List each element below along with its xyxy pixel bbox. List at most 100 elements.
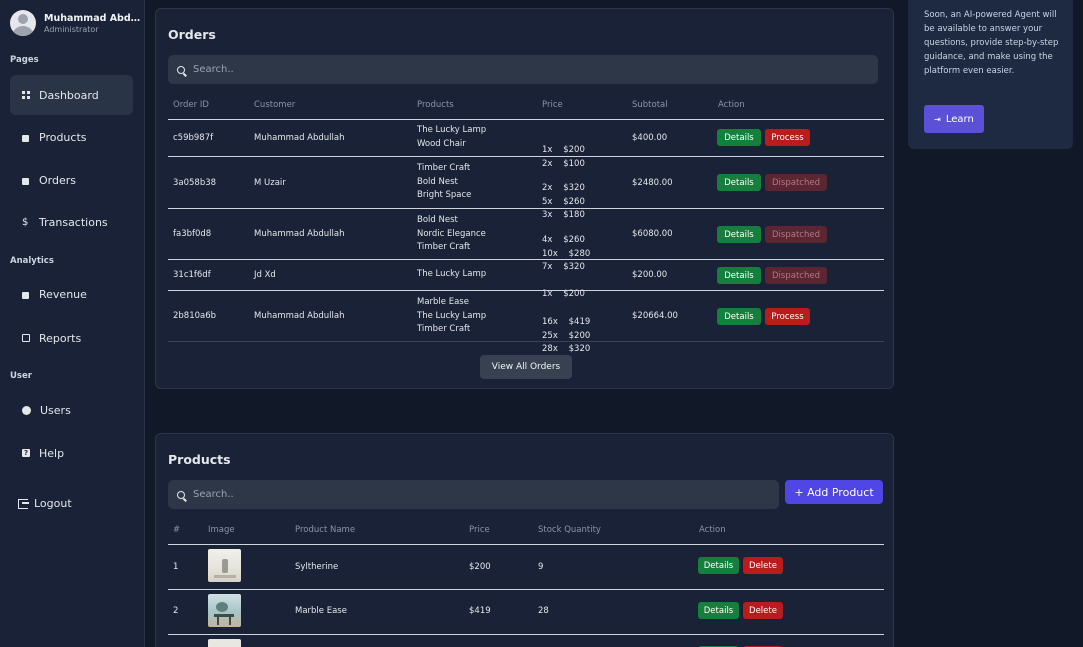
sidebar-item-revenue[interactable]: Revenue — [10, 274, 133, 314]
search-icon — [177, 65, 185, 74]
details-button[interactable]: Details — [698, 557, 739, 574]
divider — [168, 290, 884, 291]
delete-button[interactable]: Delete — [743, 602, 783, 619]
order-products: Timber Craft Bold Nest Bright Space — [417, 163, 472, 200]
sidebar-item-help[interactable]: ? Help — [10, 433, 133, 473]
column-header: Customer — [254, 100, 296, 110]
divider — [168, 119, 884, 120]
sidebar-item-products[interactable]: Products — [10, 117, 133, 157]
chart-icon — [22, 334, 30, 342]
bag-icon — [22, 177, 29, 185]
order-id: fa3bf0d8 — [173, 229, 212, 239]
order-id: 2b810a6b — [173, 311, 217, 321]
order-subtotal: $400.00 — [632, 133, 668, 143]
section-label-user: User — [10, 371, 32, 381]
sidebar-item-users[interactable]: Users — [10, 390, 133, 430]
order-id: c59b987f — [173, 133, 214, 143]
column-header: Price — [469, 525, 490, 535]
product-image — [208, 639, 241, 647]
learn-button[interactable]: ⇥ Learn — [924, 105, 984, 133]
section-label-analytics: Analytics — [10, 256, 54, 266]
order-products: The Lucky Lamp Wood Chair — [417, 125, 487, 149]
product-stock: 28 — [538, 606, 549, 616]
details-button[interactable]: Details — [717, 267, 761, 284]
sidebar-item-label: Products — [39, 130, 87, 144]
search-icon — [177, 490, 185, 499]
ai-agent-text: Soon, an AI-powered Agent will be availa… — [924, 10, 1059, 76]
user-profile[interactable]: Muhammad Abdullah Administrator — [10, 10, 144, 36]
column-header: Action — [699, 525, 726, 535]
dispatched-button[interactable]: Dispatched — [765, 226, 827, 243]
sidebar-item-label: Help — [39, 446, 65, 460]
order-subtotal: $6080.00 — [632, 229, 673, 239]
sidebar-item-label: Dashboard — [39, 88, 99, 102]
divider — [168, 341, 884, 342]
orders-search[interactable] — [168, 55, 878, 84]
delete-button[interactable]: Delete — [743, 557, 783, 574]
product-name: Syltherine — [295, 562, 339, 572]
ai-agent-panel: Soon, an AI-powered Agent will be availa… — [908, 0, 1073, 149]
details-button[interactable]: Details — [717, 226, 761, 243]
logout-icon — [18, 498, 29, 509]
customer-name: Jd Xd — [254, 270, 276, 280]
product-price: $419 — [469, 606, 491, 616]
sidebar-item-label: Orders — [39, 173, 76, 187]
view-all-orders-button[interactable]: View All Orders — [480, 355, 572, 379]
sidebar-item-label: Users — [40, 403, 71, 417]
details-button[interactable]: Details — [717, 308, 761, 325]
details-button[interactable]: Details — [717, 174, 761, 191]
dollar-icon: $ — [22, 216, 29, 228]
customer-name: Muhammad Abdullah — [254, 133, 345, 143]
sidebar-item-dashboard[interactable]: Dashboard — [10, 75, 133, 115]
orders-search-input[interactable] — [193, 64, 824, 75]
column-header: Stock Quantity — [538, 525, 601, 535]
product-image — [208, 594, 241, 627]
process-button[interactable]: Process — [765, 129, 810, 146]
sidebar-item-orders[interactable]: Orders — [10, 160, 133, 200]
learn-label: Learn — [945, 113, 974, 125]
product-stock: 9 — [538, 562, 544, 572]
sidebar: Muhammad Abdullah Administrator Pages Da… — [0, 0, 145, 647]
section-label-pages: Pages — [10, 55, 39, 65]
products-card: Products + Add Product # Image Product N… — [155, 433, 894, 647]
divider — [168, 544, 884, 545]
sidebar-item-label: Reports — [39, 331, 82, 345]
dispatched-button[interactable]: Dispatched — [765, 174, 827, 191]
dispatched-button[interactable]: Dispatched — [765, 267, 827, 284]
sidebar-item-reports[interactable]: Reports — [10, 318, 133, 358]
logout-button[interactable]: Logout — [18, 497, 72, 510]
divider — [168, 208, 884, 209]
add-product-button[interactable]: + Add Product — [785, 480, 883, 504]
products-search-input[interactable] — [193, 489, 735, 500]
order-subtotal: $200.00 — [632, 270, 668, 280]
order-subtotal: $2480.00 — [632, 178, 673, 188]
product-name: Marble Ease — [295, 606, 347, 616]
divider — [168, 156, 884, 157]
divider — [168, 259, 884, 260]
customer-name: M Uzair — [254, 178, 286, 188]
column-header: Product Name — [295, 525, 356, 535]
column-header: Order ID — [173, 100, 209, 110]
column-header: Action — [718, 100, 745, 110]
order-products: The Lucky Lamp — [417, 269, 487, 279]
column-header: Subtotal — [632, 100, 668, 110]
sidebar-item-transactions[interactable]: $ Transactions — [10, 202, 133, 242]
product-price: $200 — [469, 562, 491, 572]
user-icon — [22, 405, 31, 415]
order-products: Bold Nest Nordic Elegance Timber Craft — [417, 215, 486, 252]
user-role: Administrator — [44, 24, 99, 34]
orders-title: Orders — [168, 27, 216, 42]
bag-icon — [22, 134, 29, 142]
divider — [168, 589, 884, 590]
avatar — [10, 10, 36, 36]
details-button[interactable]: Details — [698, 602, 739, 619]
details-button[interactable]: Details — [717, 129, 761, 146]
products-search[interactable] — [168, 480, 779, 509]
process-button[interactable]: Process — [765, 308, 810, 325]
order-id: 31c1f6df — [173, 270, 211, 280]
divider — [168, 634, 884, 635]
column-header: Products — [417, 100, 454, 110]
column-header: Price — [542, 100, 563, 110]
help-icon: ? — [22, 449, 30, 457]
sidebar-item-label: Revenue — [39, 287, 87, 301]
